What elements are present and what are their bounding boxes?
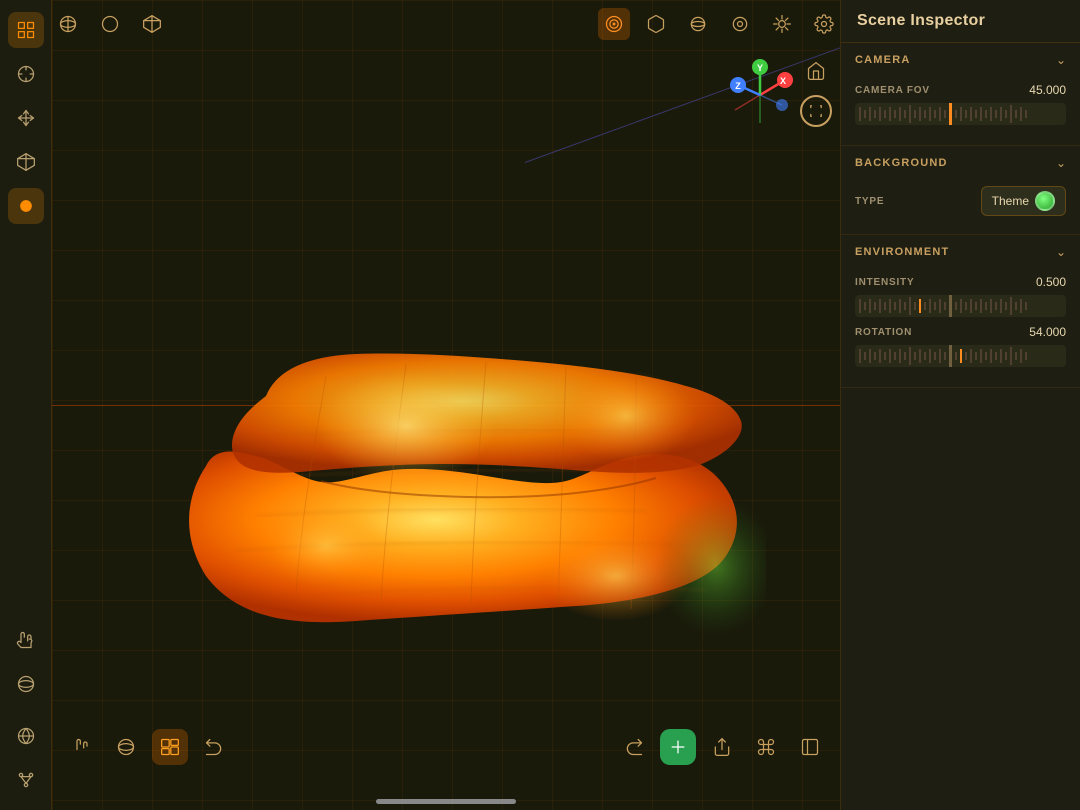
fov-value: 45.000 xyxy=(1029,83,1066,97)
background-chevron-icon: ⌄ xyxy=(1056,156,1066,170)
environment-section-content: INTENSITY 0.500 ROTATION 54.000 xyxy=(841,269,1080,387)
settings-vt-icon[interactable] xyxy=(808,8,840,40)
camera-chevron-icon: ⌄ xyxy=(1056,53,1066,67)
camera-section-content: CAMERA FOV 45.000 xyxy=(841,77,1080,145)
viewport[interactable]: X Y Z xyxy=(52,0,840,810)
environment-label: ENVIRONMENT xyxy=(855,246,949,258)
frame-bottom-icon[interactable] xyxy=(152,729,188,765)
viewport-top-toolbar xyxy=(52,8,840,40)
select-icon[interactable] xyxy=(8,56,44,92)
command-right-icon[interactable] xyxy=(748,729,784,765)
camera-section: CAMERA ⌄ CAMERA FOV 45.000 xyxy=(841,43,1080,146)
rotation-row: ROTATION 54.000 xyxy=(855,325,1066,339)
cube-vt-icon[interactable] xyxy=(640,8,672,40)
viewport-bottom-toolbar xyxy=(52,729,840,765)
grid-icon[interactable] xyxy=(8,12,44,48)
world-icon[interactable] xyxy=(8,718,44,754)
cube-wire-vt-icon[interactable] xyxy=(136,8,168,40)
fov-row: CAMERA FOV 45.000 xyxy=(855,83,1066,97)
svg-text:X: X xyxy=(780,76,786,86)
left-toolbar xyxy=(0,0,52,810)
svg-text:Z: Z xyxy=(735,81,741,91)
rotation-label: ROTATION xyxy=(855,327,912,338)
focus-button[interactable] xyxy=(800,95,832,127)
panel-title: Scene Inspector xyxy=(841,0,1080,43)
sphere-vt-icon[interactable] xyxy=(682,8,714,40)
branch-icon[interactable] xyxy=(8,762,44,798)
rotation-slider[interactable] xyxy=(855,345,1066,367)
intensity-slider[interactable] xyxy=(855,295,1066,317)
hand-bottom-icon[interactable] xyxy=(64,729,100,765)
environment-section: ENVIRONMENT ⌄ INTENSITY 0.500 ROTATION 5… xyxy=(841,235,1080,388)
fov-slider[interactable] xyxy=(855,103,1066,125)
rotation-value: 54.000 xyxy=(1029,325,1066,339)
background-label: BACKGROUND xyxy=(855,157,948,169)
orbit-icon[interactable] xyxy=(8,666,44,702)
camera-section-header[interactable]: CAMERA ⌄ xyxy=(841,43,1080,77)
background-section: BACKGROUND ⌄ TYPE Theme xyxy=(841,146,1080,235)
orientation-gizmo[interactable]: X Y Z xyxy=(720,55,800,135)
bg-type-label: TYPE xyxy=(855,196,884,207)
scene-inspector-panel: Scene Inspector CAMERA ⌄ CAMERA FOV 45.0… xyxy=(840,0,1080,810)
svg-text:Y: Y xyxy=(757,63,763,73)
environment-chevron-icon: ⌄ xyxy=(1056,245,1066,259)
undo-bottom-icon[interactable] xyxy=(196,729,232,765)
intensity-value: 0.500 xyxy=(1036,275,1066,289)
environment-section-header[interactable]: ENVIRONMENT ⌄ xyxy=(841,235,1080,269)
cube-outline-icon[interactable] xyxy=(8,144,44,180)
intensity-label: INTENSITY xyxy=(855,277,914,288)
bg-type-dropdown[interactable]: Theme xyxy=(981,186,1066,216)
camera-label: CAMERA xyxy=(855,54,910,66)
hand-tool-icon[interactable] xyxy=(8,622,44,658)
background-section-content: TYPE Theme xyxy=(841,180,1080,234)
transform-icon[interactable] xyxy=(8,100,44,136)
3d-object xyxy=(126,216,766,636)
redo-right-icon[interactable] xyxy=(616,729,652,765)
home-indicator xyxy=(376,799,516,804)
sphere-wire-vt-icon[interactable] xyxy=(52,8,84,40)
share-right-icon[interactable] xyxy=(704,729,740,765)
target-vt-icon[interactable] xyxy=(598,8,630,40)
intensity-row: INTENSITY 0.500 xyxy=(855,275,1066,289)
fov-label: CAMERA FOV xyxy=(855,85,930,96)
panels-right-icon[interactable] xyxy=(792,729,828,765)
torus-vt-icon[interactable] xyxy=(724,8,756,40)
bg-type-value: Theme xyxy=(992,194,1029,208)
background-section-header[interactable]: BACKGROUND ⌄ xyxy=(841,146,1080,180)
orbit-bottom-icon[interactable] xyxy=(108,729,144,765)
bg-type-row: TYPE Theme xyxy=(855,186,1066,216)
orange-shape-icon[interactable] xyxy=(8,188,44,224)
sun-vt-icon[interactable] xyxy=(766,8,798,40)
sphere-solid-vt-icon[interactable] xyxy=(94,8,126,40)
add-button[interactable] xyxy=(660,729,696,765)
theme-color-circle xyxy=(1035,191,1055,211)
home-button[interactable] xyxy=(800,55,832,87)
